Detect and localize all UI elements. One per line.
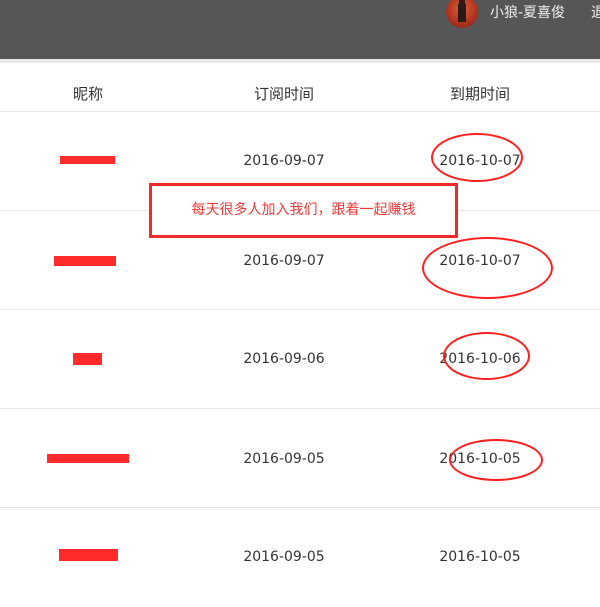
- avatar[interactable]: [446, 0, 478, 28]
- annotation-banner-text: 每天很多人加入我们，跟着一起赚钱: [191, 202, 416, 218]
- annotation-circle: [443, 332, 530, 380]
- column-header-subscribe-time: 订阅时间: [253, 85, 314, 103]
- redacted-nickname: [73, 353, 102, 365]
- subscribe-date: 2016-09-07: [243, 253, 325, 269]
- annotation-circle: [431, 133, 523, 182]
- table-row: 2016-09-05 2016-10-05: [0, 507, 600, 607]
- annotation-circle: [422, 237, 553, 299]
- top-bar: 小狼-夏喜俊 退: [0, 0, 600, 59]
- annotation-circle: [449, 439, 543, 481]
- logout-link[interactable]: 退: [591, 2, 600, 22]
- redacted-nickname: [59, 549, 118, 561]
- table-header: 昵称 订阅时间 到期时间: [0, 63, 600, 111]
- redacted-nickname: [60, 156, 115, 164]
- avatar-figure: [458, 2, 466, 22]
- redacted-nickname: [47, 454, 129, 463]
- redacted-nickname: [54, 256, 116, 266]
- column-header-nickname: 昵称: [72, 85, 103, 103]
- subscribe-date: 2016-09-05: [243, 549, 325, 565]
- username[interactable]: 小狼-夏喜俊: [490, 2, 565, 22]
- annotation-banner: 每天很多人加入我们，跟着一起赚钱: [149, 183, 458, 238]
- subscribe-date: 2016-09-05: [243, 451, 325, 467]
- subscribe-date: 2016-09-07: [243, 153, 325, 169]
- expire-date: 2016-10-05: [439, 549, 521, 565]
- column-header-expire-time: 到期时间: [449, 85, 510, 103]
- subscribe-date: 2016-09-06: [243, 351, 325, 367]
